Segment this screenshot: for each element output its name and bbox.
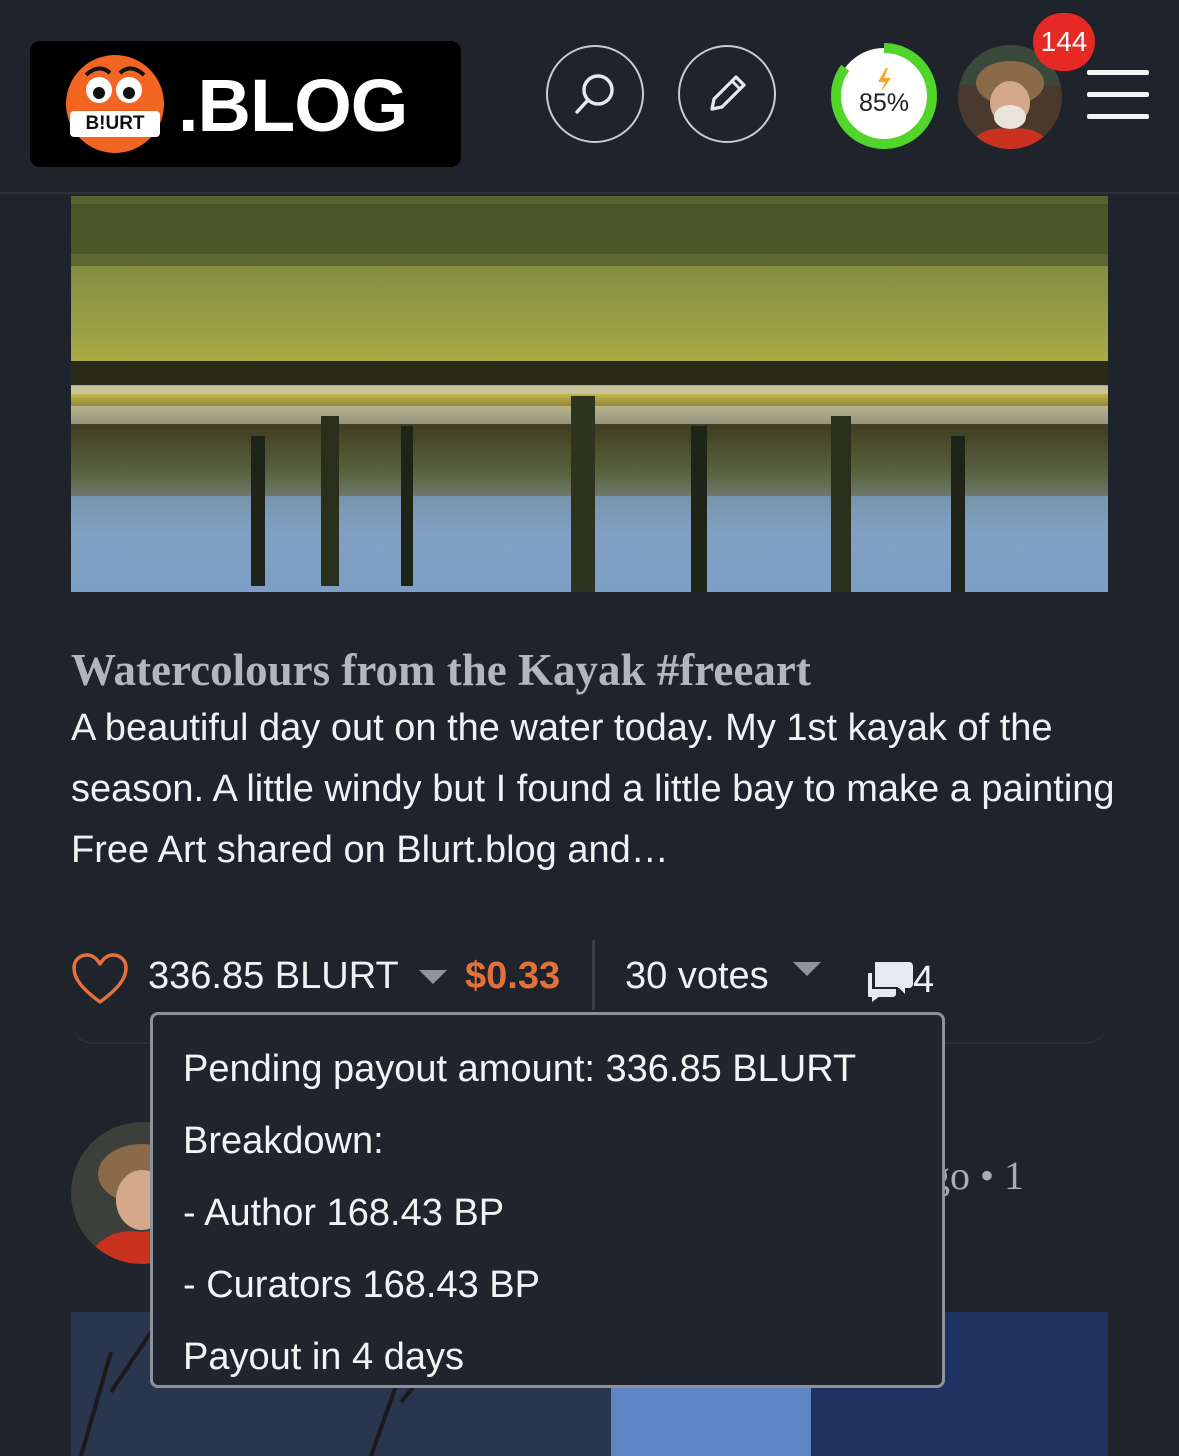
payout-breakdown-tooltip: Pending payout amount: 336.85 BLURT Brea… (150, 1012, 945, 1388)
site-logo[interactable]: B!URT .BLOG (30, 41, 461, 167)
menu-line (1087, 114, 1149, 119)
voting-power-value: 85% (858, 89, 910, 117)
blurt-mascot-icon (66, 55, 164, 153)
post-thumbnail[interactable] (71, 196, 1108, 592)
tooltip-pending-payout: Pending payout amount: 336.85 BLURT (183, 1048, 857, 1090)
tooltip-breakdown-heading: Breakdown: (183, 1120, 384, 1162)
post-stats-row: 336.85 BLURT $0.33 30 votes 4 (71, 940, 1071, 1020)
heart-icon[interactable] (71, 952, 129, 1006)
votes-count[interactable]: 30 votes (625, 954, 769, 998)
write-post-button[interactable] (678, 45, 776, 143)
comments-icon[interactable] (865, 958, 915, 1006)
payout-usd-value: $0.33 (465, 955, 561, 997)
search-button[interactable] (546, 45, 644, 143)
tooltip-author-share: - Author 168.43 BP (183, 1192, 505, 1234)
votes-dropdown-caret-icon[interactable] (793, 962, 821, 976)
watercolor-painting-image (71, 196, 1108, 592)
pencil-icon (710, 75, 746, 111)
tooltip-payout-time: Payout in 4 days (183, 1336, 464, 1378)
menu-line (1087, 92, 1149, 97)
menu-line (1087, 70, 1149, 75)
logo-text: .BLOG (178, 64, 408, 147)
comments-count[interactable]: 4 (913, 958, 934, 1002)
post-title[interactable]: Watercolours from the Kayak #freeart (71, 640, 811, 700)
logo-badge-text: B!URT (85, 113, 145, 134)
payout-dropdown-caret-icon[interactable] (419, 970, 447, 984)
notification-badge[interactable]: 144 (1033, 13, 1095, 71)
post-excerpt[interactable]: A beautiful day out on the water today. … (71, 698, 1121, 881)
stats-divider (592, 940, 595, 1010)
search-icon (575, 74, 614, 114)
hamburger-menu-button[interactable] (1087, 70, 1149, 122)
payout-amount[interactable]: 336.85 BLURT (148, 954, 399, 998)
tooltip-curators-share: - Curators 168.43 BP (183, 1264, 540, 1306)
top-bar: B!URT .BLOG 85% 144 (0, 0, 1179, 194)
